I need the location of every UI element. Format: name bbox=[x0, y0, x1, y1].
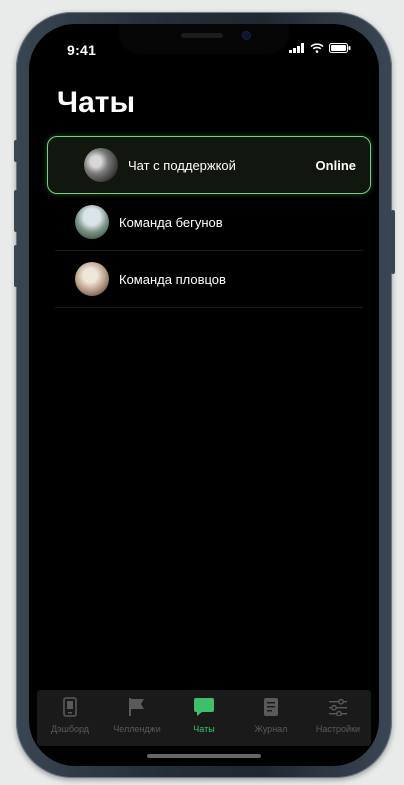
chat-name: Чат с поддержкой bbox=[128, 157, 236, 173]
status-time: 9:41 bbox=[67, 42, 97, 58]
wifi-icon bbox=[310, 43, 324, 53]
phone-side-button bbox=[14, 190, 18, 232]
online-status: Online bbox=[315, 157, 356, 173]
notch bbox=[119, 24, 289, 54]
status-icons bbox=[289, 43, 351, 53]
chat-item-swimmers[interactable]: Команда пловцов bbox=[55, 251, 363, 308]
phone-icon bbox=[63, 697, 77, 717]
chat-name: Команда пловцов bbox=[119, 271, 226, 287]
tab-label: Дэшборд bbox=[50, 724, 90, 734]
tab-journal[interactable]: Журнал bbox=[238, 690, 304, 746]
phone-screen: 9:41 Чаты Чат с поддержкой Online Команд bbox=[29, 24, 379, 766]
phone-side-button bbox=[14, 140, 18, 162]
sliders-icon bbox=[329, 698, 347, 716]
chat-item-runners[interactable]: Команда бегунов bbox=[55, 194, 363, 251]
avatar bbox=[75, 262, 109, 296]
front-camera bbox=[243, 32, 250, 39]
tab-challenges[interactable]: Челленджи bbox=[104, 690, 170, 746]
tab-label: Челленджи bbox=[113, 724, 161, 734]
tab-chats[interactable]: Чаты bbox=[171, 690, 237, 746]
avatar bbox=[75, 205, 109, 239]
phone-power-button bbox=[391, 210, 395, 274]
chat-item-support[interactable]: Чат с поддержкой Online bbox=[47, 136, 371, 194]
page-title: Чаты bbox=[57, 86, 136, 119]
tab-label: Чаты bbox=[193, 724, 215, 734]
tab-dashboard[interactable]: Дэшборд bbox=[37, 690, 103, 746]
avatar bbox=[84, 148, 118, 182]
flag-icon bbox=[129, 698, 144, 716]
speaker bbox=[181, 33, 223, 38]
tab-label: Журнал bbox=[254, 724, 288, 734]
document-icon bbox=[264, 698, 278, 716]
phone-side-button bbox=[14, 245, 18, 287]
chat-icon bbox=[194, 698, 214, 716]
tab-bar: Дэшборд Челленджи Чаты Журнал Настройки bbox=[37, 690, 371, 746]
chat-list: Чат с поддержкой Online Команда бегунов … bbox=[47, 136, 371, 308]
tab-settings[interactable]: Настройки bbox=[305, 690, 371, 746]
chat-name: Команда бегунов bbox=[119, 214, 223, 230]
battery-icon bbox=[329, 43, 351, 53]
signal-icon bbox=[289, 43, 304, 53]
home-indicator[interactable] bbox=[147, 754, 261, 758]
tab-label: Настройки bbox=[315, 724, 361, 734]
